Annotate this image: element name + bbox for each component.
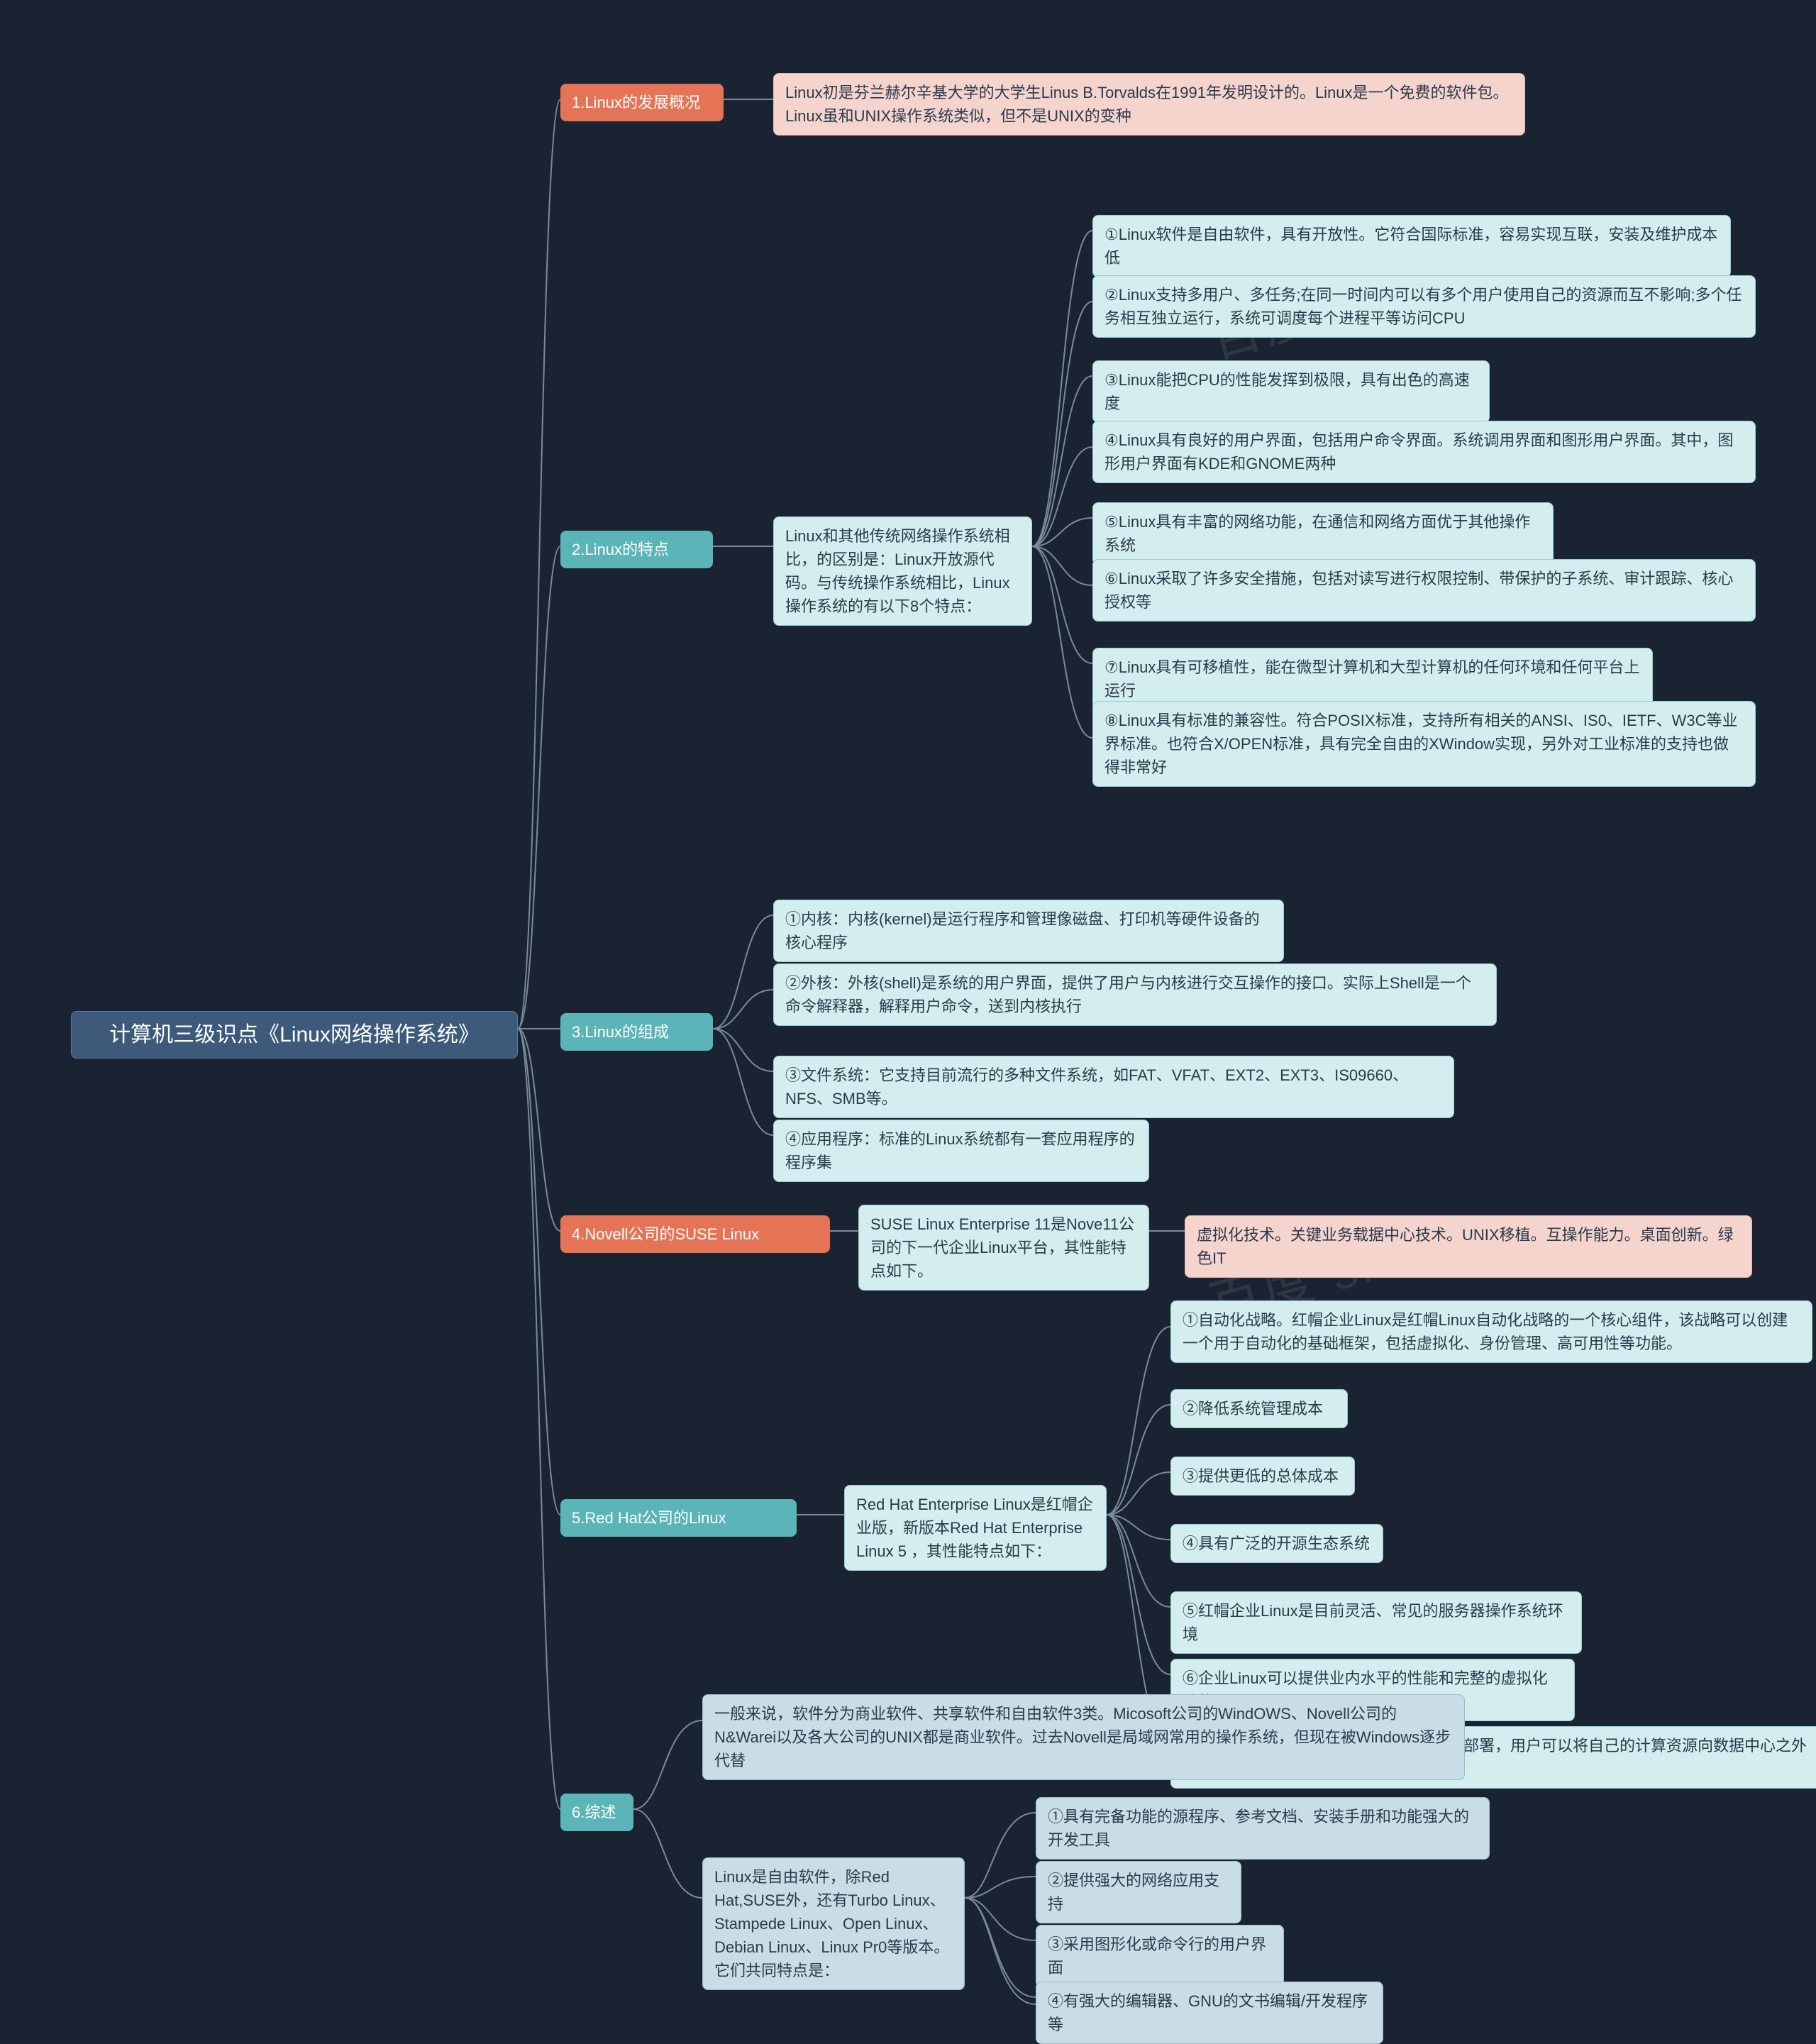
section-5-desc: Red Hat Enterprise Linux是红帽企业版，新版本Red Ha… <box>844 1485 1107 1571</box>
section-6-item: ④有强大的编辑器、GNU的文书编辑/开发程序等 <box>1036 1982 1383 2044</box>
section-5-item: ①自动化战略。红帽企业Linux是红帽Linux自动化战略的一个核心组件，该战略… <box>1170 1300 1812 1363</box>
section-2-item: ⑤Linux具有丰富的网络功能，在通信和网络方面优于其他操作系统 <box>1092 502 1554 565</box>
section-6-item: ①具有完备功能的源程序、参考文档、安装手册和功能强大的开发工具 <box>1036 1797 1490 1860</box>
section-5-item: ②降低系统管理成本 <box>1170 1389 1348 1428</box>
section-6-title[interactable]: 6.综述 <box>560 1794 633 1831</box>
section-2-item: ⑥Linux采取了许多安全措施，包括对读写进行权限控制、带保护的子系统、审计跟踪… <box>1092 559 1756 622</box>
section-5-item: ⑤红帽企业Linux是目前灵活、常见的服务器操作系统环境 <box>1170 1591 1582 1654</box>
section-2-title[interactable]: 2.Linux的特点 <box>560 531 713 568</box>
section-5-item: ③提供更低的总体成本 <box>1170 1457 1355 1496</box>
section-2-item: ⑧Linux具有标准的兼容性。符合POSIX标准，支持所有相关的ANSI、IS0… <box>1092 701 1756 787</box>
section-3-item: ④应用程序：标准的Linux系统都有一套应用程序的程序集 <box>773 1120 1149 1182</box>
section-6-desc1: 一般来说，软件分为商业软件、共享软件和自由软件3类。Micosoft公司的Win… <box>702 1694 1465 1780</box>
section-2-item: ④Linux具有良好的用户界面，包括用户命令界面。系统调用界面和图形用户界面。其… <box>1092 421 1756 483</box>
section-5-item: ④具有广泛的开源生态系统 <box>1170 1524 1383 1563</box>
section-3-title[interactable]: 3.Linux的组成 <box>560 1013 713 1051</box>
root-node[interactable]: 计算机三级识点《Linux网络操作系统》 <box>71 1011 518 1059</box>
section-4-title[interactable]: 4.Novell公司的SUSE Linux <box>560 1215 830 1253</box>
section-2-desc: Linux和其他传统网络操作系统相比，的区别是：Linux开放源代码。与传统操作… <box>773 516 1032 626</box>
section-1-desc: Linux初是芬兰赫尔辛基大学的大学生Linus B.Torvalds在1991… <box>773 73 1525 136</box>
section-3-item: ①内核：内核(kernel)是运行程序和管理像磁盘、打印机等硬件设备的核心程序 <box>773 900 1284 962</box>
section-6-desc2: Linux是自由软件，除Red Hat,SUSE外，还有Turbo Linux、… <box>702 1857 965 1990</box>
section-5-title[interactable]: 5.Red Hat公司的Linux <box>560 1499 797 1537</box>
section-2-item: ①Linux软件是自由软件，具有开放性。它符合国际标准，容易实现互联，安装及维护… <box>1092 215 1731 277</box>
section-2-item: ③Linux能把CPU的性能发挥到极限，具有出色的高速度 <box>1092 360 1490 423</box>
section-6-item: ③采用图形化或命令行的用户界面 <box>1036 1925 1284 1987</box>
section-6-item: ②提供强大的网络应用支持 <box>1036 1861 1241 1923</box>
section-4-desc: SUSE Linux Enterprise 11是Nove11公司的下一代企业L… <box>858 1205 1149 1291</box>
section-3-item: ②外核：外核(shell)是系统的用户界面，提供了用户与内核进行交互操作的接口。… <box>773 963 1497 1026</box>
section-3-item: ③文件系统：它支持目前流行的多种文件系统，如FAT、VFAT、EXT2、EXT3… <box>773 1056 1454 1118</box>
section-1-title[interactable]: 1.Linux的发展概况 <box>560 84 724 121</box>
section-4-desc2: 虚拟化技术。关键业务载据中心技术。UNIX移植。互操作能力。桌面创新。绿色IT <box>1185 1215 1752 1278</box>
section-2-item: ②Linux支持多用户、多任务;在同一时间内可以有多个用户使用自己的资源而互不影… <box>1092 275 1756 338</box>
